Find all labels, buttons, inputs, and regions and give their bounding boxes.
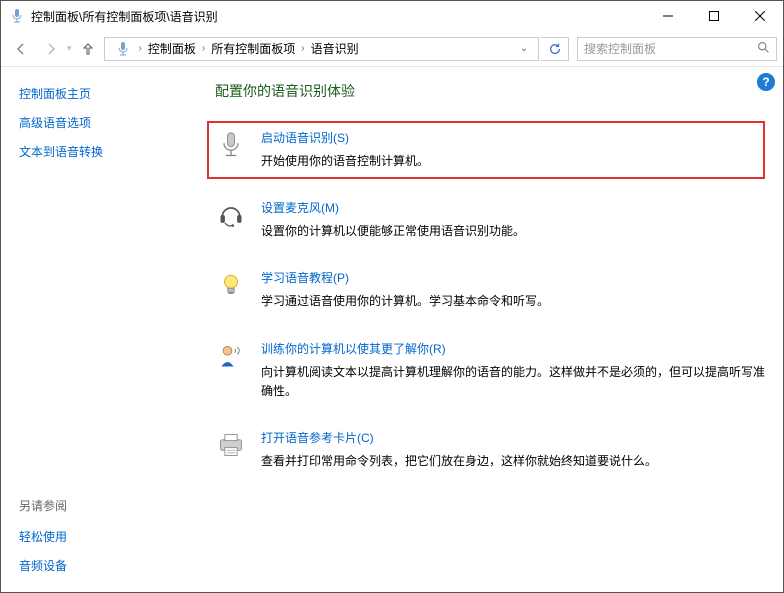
search-input[interactable] [584, 42, 751, 56]
option-start-speech: 启动语音识别(S) 开始使用你的语音控制计算机。 [207, 121, 765, 179]
sidebar-home[interactable]: 控制面板主页 [19, 85, 183, 102]
window-controls [645, 1, 783, 31]
crumb-all-items[interactable]: 所有控制面板项 [207, 40, 299, 57]
option-reference-card: 打开语音参考卡片(C) 查看并打印常用命令列表，把它们放在身边，这样你就始终知道… [215, 429, 765, 471]
microphone-icon [215, 129, 247, 161]
address-dropdown[interactable]: ⌄ [514, 43, 534, 54]
sidebar-tts[interactable]: 文本到语音转换 [19, 143, 183, 160]
option-tutorial: 学习语音教程(P) 学习通过语音使用你的计算机。学习基本命令和听写。 [215, 269, 765, 311]
crumb-speech[interactable]: 语音识别 [307, 40, 363, 57]
sidebar-advanced[interactable]: 高级语音选项 [19, 114, 183, 131]
crumb-control-panel[interactable]: 控制面板 [144, 40, 200, 57]
back-button[interactable] [7, 35, 35, 63]
option-desc: 开始使用你的语音控制计算机。 [261, 152, 673, 171]
window-title: 控制面板\所有控制面板项\语音识别 [31, 8, 218, 25]
option-link[interactable]: 设置麦克风(M) [261, 199, 765, 216]
see-also-label: 另请参阅 [19, 497, 183, 514]
search-icon [757, 41, 770, 57]
lightbulb-icon [215, 269, 247, 301]
minimize-button[interactable] [645, 1, 691, 31]
speech-icon [115, 41, 131, 57]
option-train: 训练你的计算机以使其更了解你(R) 向计算机阅读文本以提高计算机理解你的语音的能… [215, 340, 765, 401]
address-bar[interactable]: › 控制面板 › 所有控制面板项 › 语音识别 ⌄ [104, 37, 539, 61]
forward-button[interactable] [37, 35, 65, 63]
chevron-right-icon: › [301, 43, 304, 54]
main-content: ? 配置你的语音识别体验 启动语音识别(S) 开始使用你的语音控制计算机。 设置… [201, 67, 783, 592]
body: 控制面板主页 高级语音选项 文本到语音转换 另请参阅 轻松使用 音频设备 ? 配… [1, 67, 783, 592]
sidebar-ease[interactable]: 轻松使用 [19, 528, 183, 545]
navbar: ▾ › 控制面板 › 所有控制面板项 › 语音识别 ⌄ [1, 31, 783, 67]
option-desc: 向计算机阅读文本以提高计算机理解你的语音的能力。这样做并不是必须的，但可以提高听… [261, 363, 765, 401]
option-link[interactable]: 训练你的计算机以使其更了解你(R) [261, 340, 765, 357]
option-link[interactable]: 学习语音教程(P) [261, 269, 765, 286]
help-icon[interactable]: ? [757, 73, 775, 91]
option-setup-mic: 设置麦克风(M) 设置你的计算机以便能够正常使用语音识别功能。 [215, 199, 765, 241]
person-speaking-icon [215, 340, 247, 372]
search-box[interactable] [577, 37, 777, 61]
chevron-right-icon: › [202, 43, 205, 54]
option-desc: 学习通过语音使用你的计算机。学习基本命令和听写。 [261, 292, 765, 311]
printer-icon [215, 429, 247, 461]
option-link[interactable]: 启动语音识别(S) [261, 129, 673, 146]
sidebar: 控制面板主页 高级语音选项 文本到语音转换 另请参阅 轻松使用 音频设备 [1, 67, 201, 592]
maximize-button[interactable] [691, 1, 737, 31]
option-desc: 设置你的计算机以便能够正常使用语音识别功能。 [261, 222, 765, 241]
history-dropdown[interactable]: ▾ [67, 43, 72, 54]
headset-icon [215, 199, 247, 231]
option-link[interactable]: 打开语音参考卡片(C) [261, 429, 765, 446]
refresh-button[interactable] [541, 37, 569, 61]
sidebar-audio[interactable]: 音频设备 [19, 557, 183, 574]
close-button[interactable] [737, 1, 783, 31]
option-desc: 查看并打印常用命令列表，把它们放在身边，这样你就始终知道要说什么。 [261, 452, 765, 471]
titlebar: 控制面板\所有控制面板项\语音识别 [1, 1, 783, 31]
speech-icon [9, 8, 25, 24]
page-heading: 配置你的语音识别体验 [215, 81, 765, 101]
chevron-right-icon: › [139, 43, 142, 54]
up-button[interactable] [74, 35, 102, 63]
